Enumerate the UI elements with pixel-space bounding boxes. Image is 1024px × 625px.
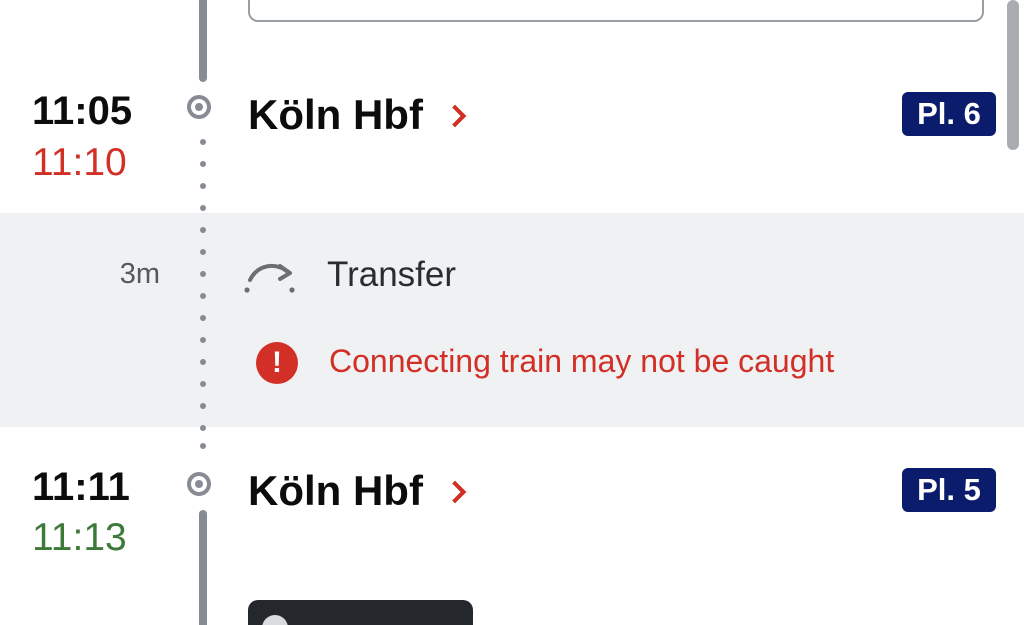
timeline-dot [200, 443, 206, 449]
stop-marker-icon [187, 472, 211, 496]
platform-badge: Pl. 5 [902, 468, 996, 512]
timeline-dot [200, 293, 206, 299]
timeline-dot [200, 337, 206, 343]
timeline-rail-segment [199, 0, 207, 82]
timeline-dot [200, 381, 206, 387]
timeline-dot [200, 315, 206, 321]
timeline-dot [200, 161, 206, 167]
connection-warning-text: Connecting train may not be caught [329, 343, 835, 379]
transfer-duration: 3m [119, 258, 160, 290]
chevron-right-icon[interactable] [443, 480, 467, 504]
timeline-dot [200, 183, 206, 189]
platform-badge: Pl. 6 [902, 92, 996, 136]
previous-section-card[interactable] [248, 0, 984, 22]
timeline-dot [200, 249, 206, 255]
scheduled-arrival-time: 11:05 [32, 89, 133, 133]
actual-departure-time: 11:13 [32, 516, 127, 559]
scrollbar-thumb[interactable] [1007, 0, 1019, 150]
scheduled-departure-time: 11:11 [32, 465, 130, 509]
transfer-arrow-icon [244, 263, 295, 293]
timeline-dot [200, 205, 206, 211]
actual-arrival-time: 11:10 [32, 141, 127, 184]
timeline-dot [200, 359, 206, 365]
transfer-section [0, 213, 1024, 427]
timeline-dot [200, 403, 206, 409]
chevron-right-icon[interactable] [443, 104, 467, 128]
station-name-link[interactable]: Köln Hbf [248, 470, 423, 512]
timeline-dot [200, 425, 206, 431]
timeline-dot [200, 271, 206, 277]
journey-details-view: 11:05 11:10 Köln Hbf Pl. 6 3m Transfer !… [0, 0, 1024, 625]
timeline-dot [200, 227, 206, 233]
station-name-link[interactable]: Köln Hbf [248, 94, 423, 136]
transfer-label: Transfer [327, 255, 457, 294]
timeline-rail-segment [199, 510, 207, 625]
timeline-dot [200, 139, 206, 145]
exclamation-circle-icon: ! [256, 342, 298, 384]
stop-marker-icon [187, 95, 211, 119]
